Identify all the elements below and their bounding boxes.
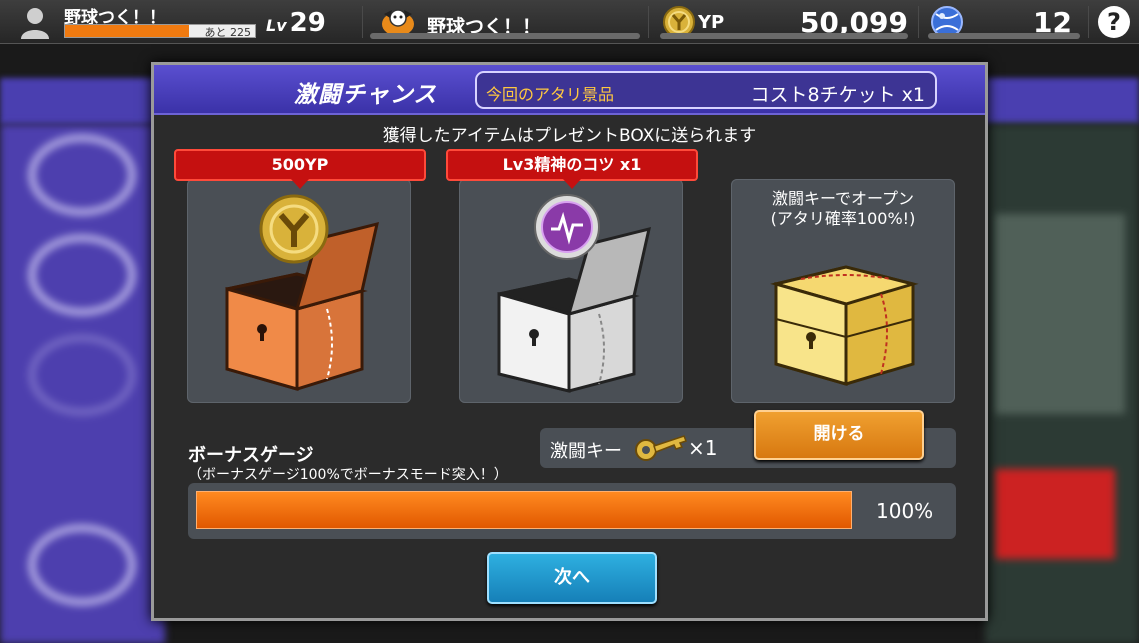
- bonus-gauge-fill: [196, 491, 852, 529]
- reward-ribbon: Lv3精神のコツ x1: [446, 149, 698, 189]
- top-status-bar: 野球つく！！ あと 225 Lv 29 野球つく！！ YP 50,099 12 ?: [0, 0, 1139, 44]
- present-box-notice: 獲得したアイテムはプレゼントBOXに送られます: [382, 126, 757, 146]
- modal-header: 激闘チャンス 今回のアタリ景品 コスト8チケット x1: [154, 65, 985, 115]
- battle-key-label: 激闘キー: [550, 441, 622, 462]
- currency-label: YP: [698, 12, 725, 33]
- gold-key-icon: [635, 435, 687, 461]
- bonus-gauge-subtitle: （ボーナスゲージ100%でボーナスモード突入！）: [188, 467, 508, 483]
- background-menu-circle: [28, 134, 136, 216]
- bonus-gauge-value: 100%: [876, 499, 934, 523]
- background-menu-circle: [28, 334, 136, 416]
- modal-title: 激闘チャンス: [294, 82, 438, 108]
- background-panel: [995, 214, 1125, 414]
- background-menu-circle: [28, 234, 136, 316]
- bonus-gauge: 100%: [188, 483, 956, 539]
- battle-key-count: ×1: [688, 436, 718, 460]
- prize-info-box: 今回のアタリ景品 コスト8チケット x1: [475, 71, 937, 109]
- yp-coin-icon: [259, 194, 329, 264]
- open-chest-button[interactable]: 開ける: [754, 410, 924, 460]
- help-button[interactable]: ?: [1098, 6, 1130, 38]
- chest-panel-silver: [459, 179, 683, 403]
- next-button[interactable]: 次へ: [487, 552, 657, 604]
- gold-chest-icon: [770, 265, 919, 386]
- prize-label: 今回のアタリ景品: [486, 85, 615, 104]
- battle-chance-modal: 激闘チャンス 今回のアタリ景品 コスト8チケット x1 獲得したアイテムはプレゼ…: [151, 62, 988, 621]
- background-right-view: [985, 124, 1139, 643]
- reward-ribbon-text: 500YP: [271, 155, 329, 174]
- reward-ribbon-text: Lv3精神のコツ x1: [502, 155, 642, 174]
- chest-panel-bronze: [187, 179, 411, 403]
- background-side-menu: [0, 124, 165, 643]
- background-red-panel: [995, 469, 1115, 559]
- prize-value: コスト8チケット x1: [750, 84, 925, 106]
- background-back-circle: [28, 524, 136, 606]
- mental-brain-icon: [534, 194, 600, 260]
- bonus-gauge-track: [196, 491, 852, 529]
- chest-panel-gold[interactable]: 激闘キーでオープン (アタリ確率100%!): [731, 179, 955, 403]
- reward-ribbon: 500YP: [174, 149, 426, 189]
